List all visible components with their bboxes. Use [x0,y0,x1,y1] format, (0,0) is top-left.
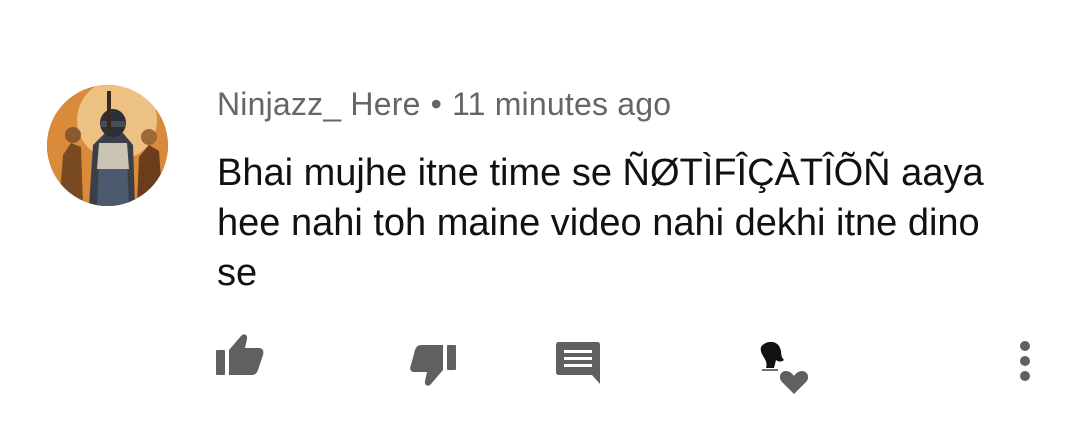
like-button[interactable] [216,333,264,375]
author-name[interactable]: Ninjazz_ Here [217,86,421,122]
meta-separator: • [430,86,442,122]
avatar[interactable] [47,85,168,206]
dislike-button[interactable] [410,345,456,387]
comment-timestamp[interactable]: 11 minutes ago [452,86,671,122]
comment-item: Ninjazz_ Here • 11 minutes ago Bhai mujhe … [0,0,1080,445]
avatar-image [47,85,168,206]
comment-text: Bhai mujhe itne time se ÑØTÌFÎÇÀTÎÕÑ aay… [217,152,984,294]
creator-logo-icon [760,341,784,371]
reply-button[interactable] [556,342,600,384]
thumbs-down-icon [410,345,456,386]
thumbs-up-icon [216,334,264,375]
more-options-button[interactable] [1014,340,1036,382]
creator-heart-icon [760,341,809,394]
more-vertical-icon [1020,341,1030,381]
creator-heart-button[interactable] [756,340,812,396]
comment-meta: Ninjazz_ Here • 11 minutes ago [217,86,671,123]
comment-icon [556,342,600,384]
